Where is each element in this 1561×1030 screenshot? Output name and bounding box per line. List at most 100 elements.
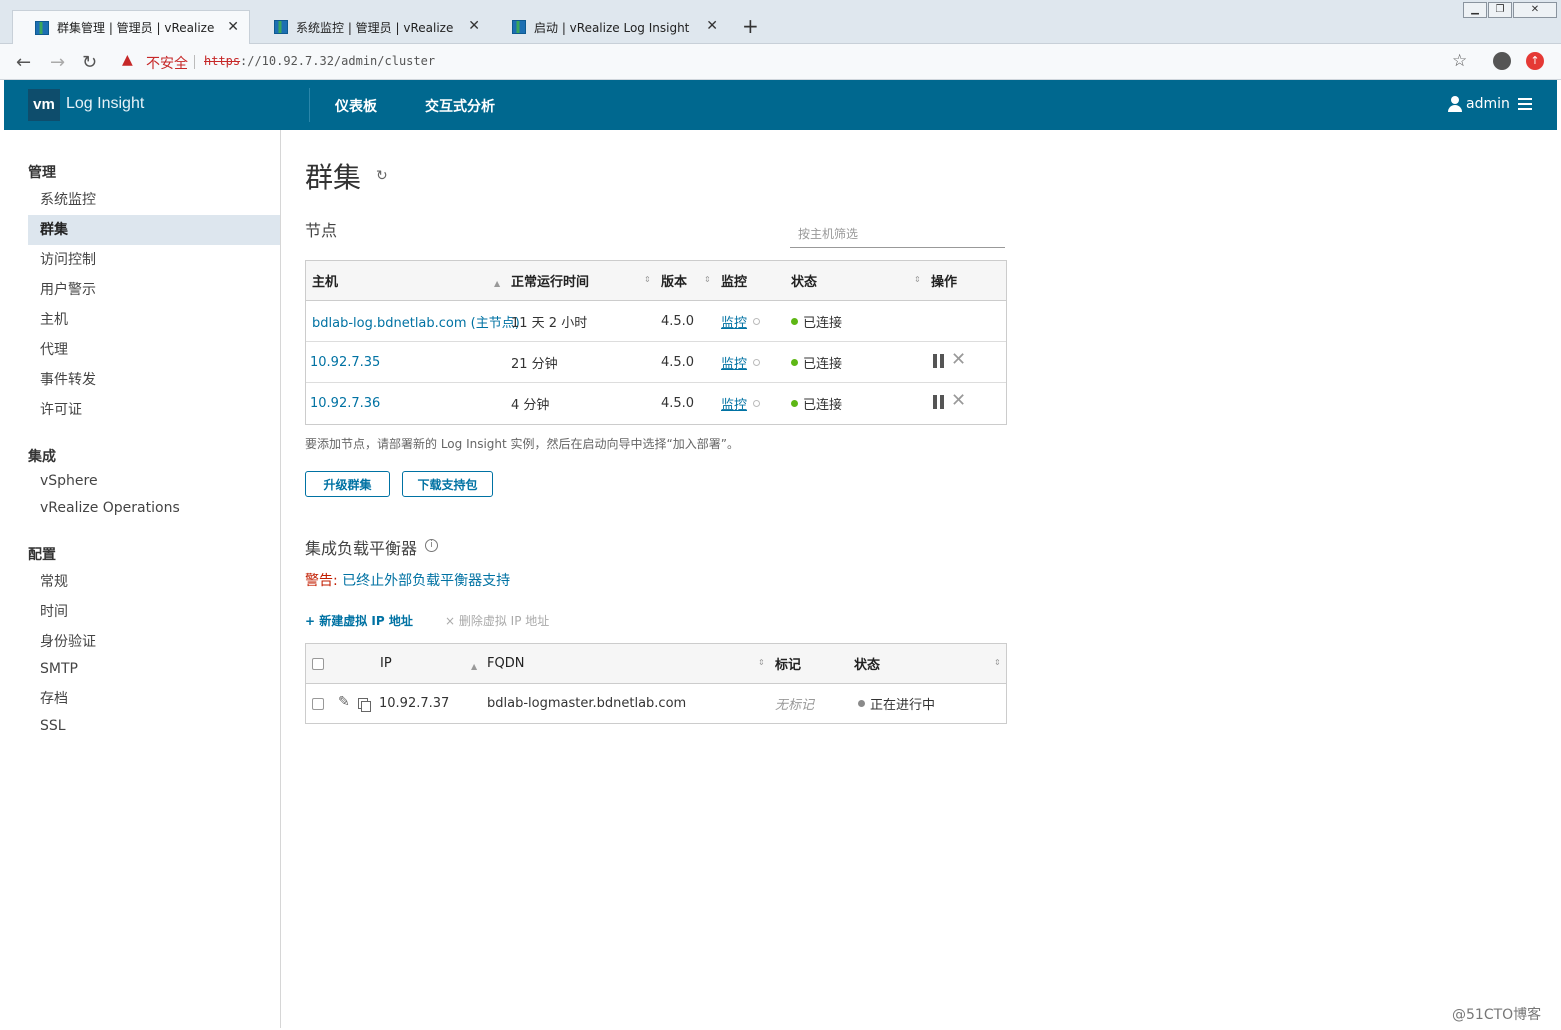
sort-icon[interactable]: ⇕ [704,275,711,284]
new-vip-button[interactable]: + 新建虚拟 IP 地址 [305,612,413,629]
column-ip[interactable]: IP [380,644,392,683]
column-host[interactable]: 主机 [312,261,338,300]
sidebar-item-smtp[interactable]: SMTP [28,654,280,684]
sidebar-item-system-monitor[interactable]: 系统监控 [28,185,280,215]
sidebar-item-agents[interactable]: 代理 [28,335,280,365]
download-support-bundle-button[interactable]: 下载支持包 [402,471,493,497]
close-icon[interactable]: ✕ [468,18,480,34]
column-fqdn[interactable]: FQDN [487,644,524,683]
select-all-checkbox[interactable] [312,657,324,670]
table-row: ✎ 10.92.7.37 bdlab-logmaster.bdnetlab.co… [306,684,1006,723]
page-title: 群集 [305,162,362,193]
sidebar-section-configuration: 配置 [28,547,56,563]
sidebar-item-time[interactable]: 时间 [28,597,280,627]
delete-vip-button[interactable]: × 删除虚拟 IP 地址 [445,612,549,629]
column-tag: 标记 [775,658,802,673]
pause-icon[interactable] [933,395,944,409]
table-row: 10.92.7.35 21 分钟 4.5.0 监控 已连接 ✕ [306,342,1006,383]
column-uptime[interactable]: 正常运行时间 [511,261,589,300]
column-version[interactable]: 版本 [661,261,687,300]
reload-icon[interactable]: ↻ [82,52,97,73]
user-menu[interactable]: admin [1466,96,1510,112]
browser-tab-startup[interactable]: 启动 | vRealize Log Insight ✕ [490,10,728,44]
vip-tag-value[interactable]: 无标记 [775,684,814,723]
info-icon[interactable]: i [425,539,438,552]
window-close-icon[interactable]: ✕ [1513,2,1557,18]
sidebar-item-user-alerts[interactable]: 用户警示 [28,275,280,305]
vip-table: IP ▲ FQDN ⇕ 标记 状态 ⇕ ✎ 10.92.7.37 bdlab-l… [305,643,1007,724]
host-link[interactable]: bdlab-log.bdnetlab.com (主节点) [312,301,520,341]
version-value: 4.5.0 [661,313,695,329]
bookmark-star-icon[interactable]: ☆ [1452,51,1467,71]
pause-icon[interactable] [933,354,944,368]
back-icon[interactable]: ← [16,52,31,73]
version-value: 4.5.0 [661,396,695,411]
extension-icon[interactable]: ↑ [1526,52,1544,70]
url-text[interactable]: ://10.92.7.32/admin/cluster [240,54,435,68]
sort-icon[interactable]: ⇕ [644,275,651,284]
sidebar-item-cluster[interactable]: 群集 [28,215,280,245]
vrealize-favicon-icon [274,20,288,34]
warning-icon[interactable]: ▲ [122,52,133,68]
column-status[interactable]: 状态 [854,644,880,683]
sidebar-item-ssl[interactable]: SSL [28,711,280,741]
uptime-value: 11 天 2 小时 [511,315,588,331]
browser-tab-monitor[interactable]: 系统监控 | 管理员 | vRealize ✕ [252,10,490,44]
loading-icon [753,358,761,366]
sidebar-item-vrealize-operations[interactable]: vRealize Operations [28,493,280,523]
hamburger-menu-icon[interactable] [1518,98,1532,110]
table-row: 10.92.7.36 4 分钟 4.5.0 监控 已连接 ✕ [306,383,1006,424]
host-link[interactable]: 10.92.7.36 [310,383,380,424]
restore-icon[interactable]: ❐ [1488,2,1512,18]
host-link[interactable]: 10.92.7.35 [310,342,380,382]
nodes-section-title: 节点 [305,221,338,240]
host-filter-input[interactable] [790,220,1005,248]
app-header: vm Log Insight 仪表板 交互式分析 admin [4,80,1557,130]
sort-asc-icon[interactable]: ▲ [471,662,477,671]
sidebar-item-archiving[interactable]: 存档 [28,684,280,714]
column-status[interactable]: 状态 [791,261,817,300]
new-tab-icon[interactable]: + [742,14,759,38]
sidebar-item-general[interactable]: 常规 [28,567,280,597]
close-icon[interactable]: ✕ [227,19,239,35]
browser-tab-cluster[interactable]: 群集管理 | 管理员 | vRealize ✕ [12,10,250,44]
sidebar-item-vsphere[interactable]: vSphere [28,466,280,496]
sidebar-item-license[interactable]: 许可证 [28,395,280,425]
sidebar-section-management: 管理 [28,165,56,181]
sidebar-item-access-control[interactable]: 访问控制 [28,245,280,275]
status-badge: 已连接 [803,356,843,372]
monitor-link[interactable]: 监控 [721,353,747,372]
remove-icon[interactable]: ✕ [951,351,966,369]
sidebar-item-hosts[interactable]: 主机 [28,305,280,335]
warning-link[interactable]: 已终止外部负载平衡器支持 [342,573,510,589]
sidebar-item-authentication[interactable]: 身份验证 [28,627,280,657]
edit-icon[interactable]: ✎ [338,694,350,710]
sort-icon[interactable]: ⇕ [758,658,765,667]
status-dot-icon [791,400,798,407]
monitor-link[interactable]: 监控 [721,312,747,331]
account-icon[interactable] [1493,52,1511,70]
upgrade-cluster-button[interactable]: 升级群集 [305,471,390,497]
refresh-icon[interactable]: ↻ [376,168,388,184]
monitor-link[interactable]: 监控 [721,394,747,413]
sidebar-item-event-forwarding[interactable]: 事件转发 [28,365,280,395]
sort-icon[interactable]: ⇕ [914,275,921,284]
security-status[interactable]: 不安全 [146,53,188,73]
load-balancer-warning: 警告: 已终止外部负载平衡器支持 [305,570,510,590]
close-icon[interactable]: ✕ [706,18,718,34]
forward-icon[interactable]: → [50,52,65,73]
status-badge: 已连接 [803,398,843,413]
row-checkbox[interactable] [312,697,324,710]
sidebar-section-integration: 集成 [28,449,56,465]
sort-asc-icon[interactable]: ▲ [494,279,500,288]
nav-interactive-analytics[interactable]: 交互式分析 [425,96,495,116]
copy-icon[interactable] [358,698,371,712]
tab-title: 群集管理 | 管理员 | vRealize [57,21,215,35]
sort-icon[interactable]: ⇕ [994,658,1001,667]
status-dot-icon [791,317,798,325]
remove-icon[interactable]: ✕ [951,392,966,410]
browser-tab-bar: 群集管理 | 管理员 | vRealize ✕ 系统监控 | 管理员 | vRe… [0,0,1561,44]
nav-dashboards[interactable]: 仪表板 [335,96,377,116]
minimize-icon[interactable]: ▁ [1463,2,1487,18]
url-scheme[interactable]: https [204,54,240,68]
